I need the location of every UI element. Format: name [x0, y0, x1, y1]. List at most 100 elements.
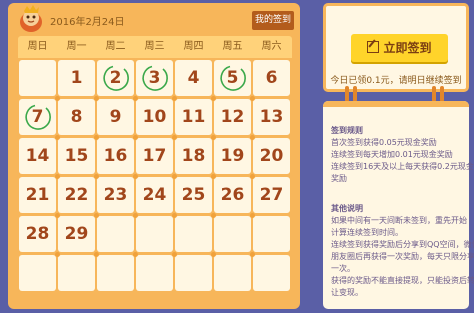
hanger-right-a: [432, 86, 436, 102]
sign-status-note: 今日已领0.1元，请明日继续签到: [330, 76, 462, 86]
day-cell[interactable]: 23: [97, 177, 134, 213]
rules-panel-top: [323, 101, 469, 107]
empty-day-cell: [136, 255, 173, 291]
my-signin-button[interactable]: 我的签到: [252, 11, 294, 30]
grid-dot: [55, 174, 60, 179]
empty-day-cell: [175, 255, 212, 291]
day-number: [214, 216, 251, 252]
day-cell[interactable]: 9: [97, 99, 134, 135]
day-number: 26: [220, 185, 245, 205]
weekday-sat: 周六: [261, 41, 282, 52]
day-cell[interactable]: 25: [175, 177, 212, 213]
day-cell[interactable]: 17: [136, 138, 173, 174]
grid-dot: [172, 252, 177, 257]
day-number: 6: [265, 68, 278, 88]
grid-dot: [94, 135, 99, 140]
day-cell[interactable]: 11: [175, 99, 212, 135]
grid-dot: [133, 213, 138, 218]
day-cell[interactable]: 20: [253, 138, 290, 174]
weekday-mon: 周一: [66, 41, 87, 52]
rules-panel: 签到规则 首次签到获得0.05元现金奖励 连续签到每天增加0.01元现金奖励 连…: [323, 101, 474, 309]
day-number: 12: [220, 107, 245, 127]
day-number: [97, 216, 134, 252]
empty-day-cell: [175, 216, 212, 252]
day-number: 5: [226, 68, 239, 88]
empty-day-cell: [136, 216, 173, 252]
day-number: 22: [64, 185, 89, 205]
grid-dot: [211, 252, 216, 257]
weekday-wed: 周三: [144, 41, 165, 52]
sign-in-button[interactable]: 立即签到: [351, 34, 448, 62]
empty-day-cell: [214, 216, 251, 252]
day-cell[interactable]: 29: [58, 216, 95, 252]
empty-day-cell: [19, 60, 56, 96]
day-number: [214, 255, 251, 291]
day-number: 21: [25, 185, 50, 205]
day-number: [19, 255, 56, 291]
day-number: [253, 255, 290, 291]
day-cell[interactable]: 24: [136, 177, 173, 213]
grid-dot: [133, 135, 138, 140]
other-title: 其他说明: [331, 204, 363, 213]
grid-dot: [250, 213, 255, 218]
day-cell[interactable]: 12: [214, 99, 251, 135]
day-cell[interactable]: 26: [214, 177, 251, 213]
hanger-left-b: [353, 86, 357, 102]
signin-panel: 立即签到 今日已领0.1元，请明日继续签到: [323, 3, 469, 92]
day-number: 20: [259, 146, 284, 166]
grid-dot: [211, 96, 216, 101]
grid-dot: [172, 135, 177, 140]
grid-dot: [94, 213, 99, 218]
weekday-tue: 周二: [105, 41, 126, 52]
day-cell[interactable]: 28: [19, 216, 56, 252]
grid-dot: [250, 96, 255, 101]
day-number: 3: [148, 68, 161, 88]
grid-dot: [172, 174, 177, 179]
day-cell[interactable]: 27: [253, 177, 290, 213]
hanger-right-b: [440, 86, 444, 102]
day-cell[interactable]: 8: [58, 99, 95, 135]
calendar-header: 2016年2月24日 我的签到: [8, 3, 300, 37]
day-number: 29: [64, 224, 89, 244]
day-number: [97, 255, 134, 291]
day-cell[interactable]: 4: [175, 60, 212, 96]
empty-day-cell: [253, 255, 290, 291]
day-cell[interactable]: 13: [253, 99, 290, 135]
other-line: 获得的奖励不能直接提现，只能投资后转: [331, 276, 474, 285]
day-number: 28: [25, 224, 50, 244]
day-cell[interactable]: 18: [175, 138, 212, 174]
day-cell[interactable]: 10: [136, 99, 173, 135]
day-number: 1: [70, 68, 83, 88]
day-number: [253, 216, 290, 252]
day-cell[interactable]: 6: [253, 60, 290, 96]
grid-dot: [94, 174, 99, 179]
other-line: 一次。: [331, 264, 355, 273]
grid-dot: [172, 213, 177, 218]
empty-day-cell: [19, 255, 56, 291]
grid-dot: [94, 96, 99, 101]
rules-line: 奖励: [331, 174, 347, 183]
grid-dot: [211, 135, 216, 140]
rules-line: 首次签到获得0.05元现金奖励: [331, 138, 437, 147]
day-cell[interactable]: 5: [214, 60, 251, 96]
day-cell[interactable]: 19: [214, 138, 251, 174]
day-cell[interactable]: 16: [97, 138, 134, 174]
day-cell[interactable]: 14: [19, 138, 56, 174]
grid-dot: [211, 174, 216, 179]
day-cell[interactable]: 1: [58, 60, 95, 96]
day-number: 24: [142, 185, 167, 205]
day-cell[interactable]: 3: [136, 60, 173, 96]
day-cell[interactable]: 2: [97, 60, 134, 96]
day-number: 9: [109, 107, 122, 127]
day-number: 11: [181, 107, 206, 127]
calendar-grid: 周日 周一 周二 周三 周四 周五 周六 1 2 3 4 5 6 7 8 9 10 11 12 13 14…: [18, 36, 292, 301]
grid-dot: [133, 252, 138, 257]
day-cell[interactable]: 21: [19, 177, 56, 213]
day-cell[interactable]: 22: [58, 177, 95, 213]
weekday-thu: 周四: [183, 41, 204, 52]
day-cell[interactable]: 15: [58, 138, 95, 174]
other-line: 计算连续签到时间。: [331, 228, 403, 237]
day-number: 17: [142, 146, 167, 166]
day-number: [136, 255, 173, 291]
day-cell[interactable]: 7: [19, 99, 56, 135]
